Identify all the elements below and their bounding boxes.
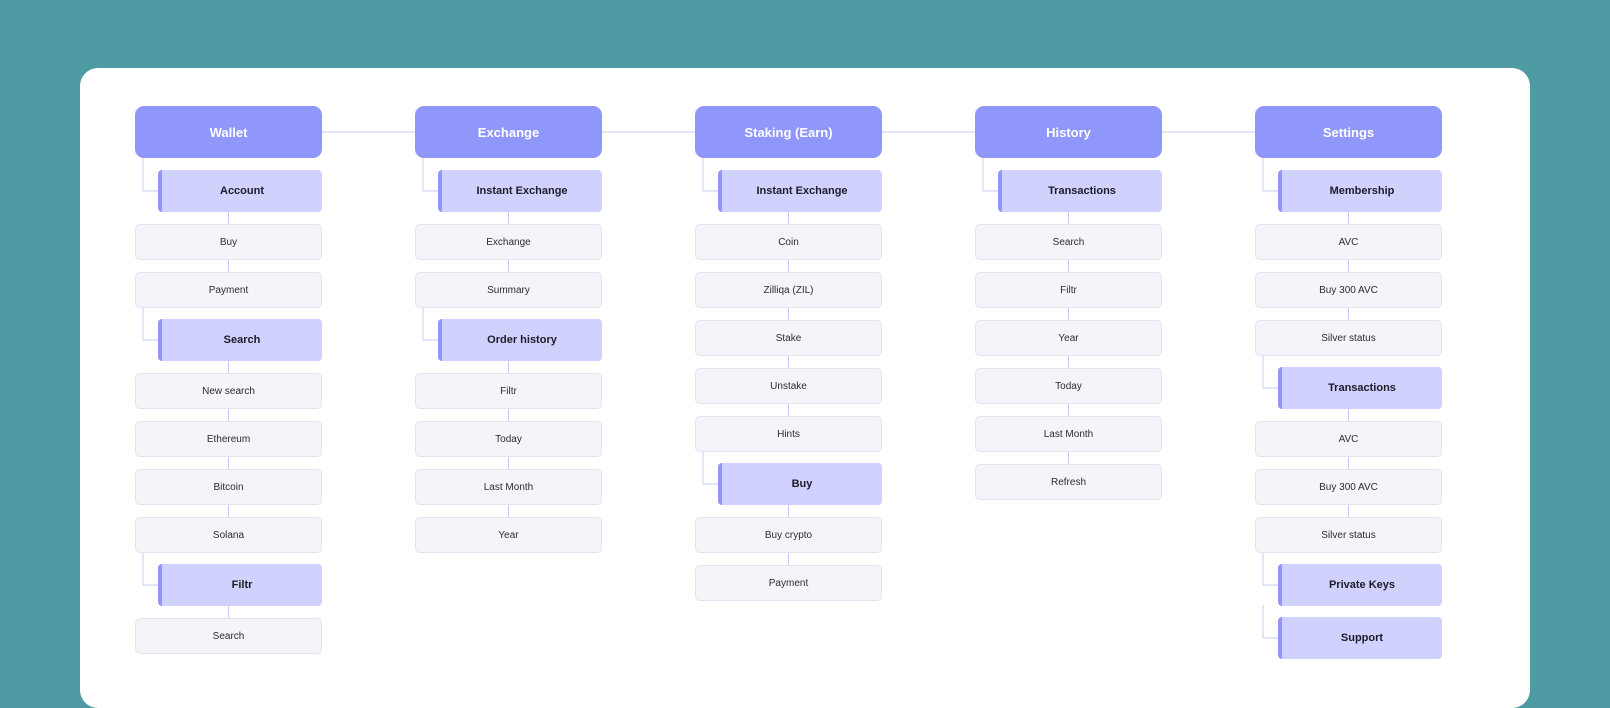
section-node[interactable]: Instant Exchange bbox=[438, 170, 602, 212]
leaf-node[interactable]: Filtr bbox=[415, 373, 602, 409]
top-node-settings[interactable]: Settings bbox=[1255, 106, 1442, 158]
section-node[interactable]: Support bbox=[1278, 617, 1442, 659]
top-node-wallet[interactable]: Wallet bbox=[135, 106, 322, 158]
section-node[interactable]: Membership bbox=[1278, 170, 1442, 212]
section-node[interactable]: Search bbox=[158, 319, 322, 361]
leaf-node[interactable]: Buy 300 AVC bbox=[1255, 469, 1442, 505]
section-node[interactable]: Buy bbox=[718, 463, 882, 505]
leaf-node[interactable]: Last Month bbox=[975, 416, 1162, 452]
leaf-node[interactable]: Solana bbox=[135, 517, 322, 553]
section-node[interactable]: Order history bbox=[438, 319, 602, 361]
section-node[interactable]: Instant Exchange bbox=[718, 170, 882, 212]
leaf-node[interactable]: Payment bbox=[695, 565, 882, 601]
leaf-node[interactable]: Buy 300 AVC bbox=[1255, 272, 1442, 308]
leaf-node[interactable]: New search bbox=[135, 373, 322, 409]
leaf-node[interactable]: Coin bbox=[695, 224, 882, 260]
leaf-node[interactable]: Bitcoin bbox=[135, 469, 322, 505]
leaf-node[interactable]: Buy bbox=[135, 224, 322, 260]
leaf-node[interactable]: AVC bbox=[1255, 421, 1442, 457]
leaf-node[interactable]: Refresh bbox=[975, 464, 1162, 500]
leaf-node[interactable]: Summary bbox=[415, 272, 602, 308]
section-node[interactable]: Private Keys bbox=[1278, 564, 1442, 606]
section-node[interactable]: Account bbox=[158, 170, 322, 212]
section-node[interactable]: Filtr bbox=[158, 564, 322, 606]
leaf-node[interactable]: Search bbox=[975, 224, 1162, 260]
leaf-node[interactable]: Exchange bbox=[415, 224, 602, 260]
leaf-node[interactable]: Today bbox=[415, 421, 602, 457]
sitemap-card: Wallet Account Buy Payment Search New search E… bbox=[80, 68, 1530, 708]
leaf-node[interactable]: Hints bbox=[695, 416, 882, 452]
leaf-node[interactable]: Year bbox=[415, 517, 602, 553]
top-node-staking-earn[interactable]: Staking (Earn) bbox=[695, 106, 882, 158]
leaf-node[interactable]: AVC bbox=[1255, 224, 1442, 260]
section-node[interactable]: Transactions bbox=[998, 170, 1162, 212]
leaf-node[interactable]: Silver status bbox=[1255, 320, 1442, 356]
leaf-node[interactable]: Search bbox=[135, 618, 322, 654]
leaf-node[interactable]: Today bbox=[975, 368, 1162, 404]
leaf-node[interactable]: Buy crypto bbox=[695, 517, 882, 553]
leaf-node[interactable]: Filtr bbox=[975, 272, 1162, 308]
top-node-history[interactable]: History bbox=[975, 106, 1162, 158]
leaf-node[interactable]: Year bbox=[975, 320, 1162, 356]
top-node-exchange[interactable]: Exchange bbox=[415, 106, 602, 158]
leaf-node[interactable]: Unstake bbox=[695, 368, 882, 404]
leaf-node[interactable]: Stake bbox=[695, 320, 882, 356]
section-node[interactable]: Transactions bbox=[1278, 367, 1442, 409]
leaf-node[interactable]: Zilliqa (ZIL) bbox=[695, 272, 882, 308]
leaf-node[interactable]: Payment bbox=[135, 272, 322, 308]
leaf-node[interactable]: Last Month bbox=[415, 469, 602, 505]
leaf-node[interactable]: Ethereum bbox=[135, 421, 322, 457]
leaf-node[interactable]: Silver status bbox=[1255, 517, 1442, 553]
